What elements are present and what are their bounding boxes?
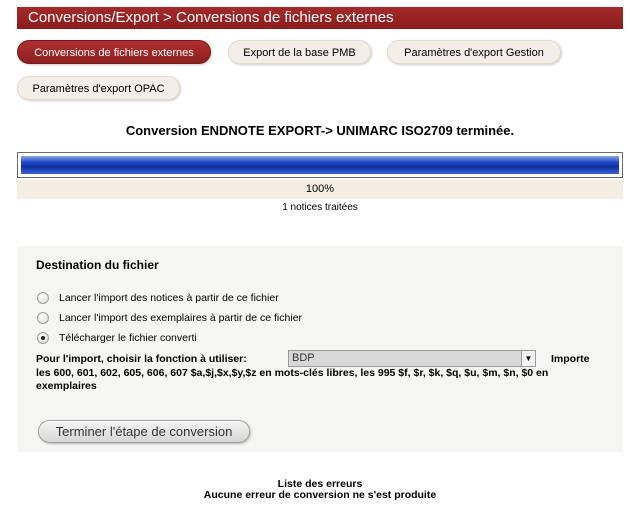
progress-fill bbox=[21, 156, 619, 174]
errors-message: Aucune erreur de conversion ne s'est pro… bbox=[203, 489, 437, 501]
page-title-bar: Conversions/Export > Conversions de fich… bbox=[17, 7, 623, 29]
progress-bar bbox=[17, 152, 623, 178]
option-import-exemplaires[interactable]: Lancer l'import des exemplaires à partir… bbox=[37, 311, 302, 325]
errors-section: Liste des erreurs Aucune erreur de conve… bbox=[17, 479, 623, 501]
radio-import-exemplaires[interactable] bbox=[37, 312, 49, 324]
notices-processed-count: 1 notices traitées bbox=[282, 202, 358, 213]
option-import-notices[interactable]: Lancer l'import des notices à partir de … bbox=[37, 291, 279, 305]
tab-conversions-fichiers-externes[interactable]: Conversions de fichiers externes bbox=[17, 40, 211, 64]
option-import-notices-label: Lancer l'import des notices à partir de … bbox=[59, 292, 279, 304]
tab-parametres-export-gestion[interactable]: Paramètres d'export Gestion bbox=[387, 40, 561, 64]
radio-download-file[interactable] bbox=[37, 332, 49, 344]
tab-parametres-export-opac[interactable]: Paramètres d'export OPAC bbox=[17, 76, 180, 100]
import-description: les 600, 601, 602, 605, 606, 607 $a,$j,$… bbox=[36, 367, 549, 392]
option-download-file[interactable]: Télécharger le fichier converti bbox=[37, 331, 197, 345]
radio-import-notices[interactable] bbox=[37, 292, 49, 304]
page-title: Conversions/Export > Conversions de fich… bbox=[28, 9, 394, 26]
import-function-value: BDP bbox=[292, 352, 315, 364]
importe-label: Importe bbox=[551, 353, 590, 365]
option-download-file-label: Télécharger le fichier converti bbox=[59, 332, 197, 344]
import-function-select[interactable]: BDP ▼ bbox=[288, 350, 536, 367]
progress-percent-label: 100% bbox=[17, 180, 623, 199]
destination-panel: Destination du fichier Lancer l'import d… bbox=[17, 246, 623, 452]
finish-conversion-button[interactable]: Terminer l'étape de conversion bbox=[38, 420, 250, 443]
dropdown-arrow-icon[interactable]: ▼ bbox=[521, 351, 535, 366]
tab-export-base-pmb[interactable]: Export de la base PMB bbox=[228, 40, 371, 64]
import-function-label: Pour l'import, choisir la fonction à uti… bbox=[36, 353, 247, 365]
destination-title: Destination du fichier bbox=[36, 258, 159, 272]
conversion-status-title: Conversion ENDNOTE EXPORT-> UNIMARC ISO2… bbox=[125, 123, 515, 138]
option-import-exemplaires-label: Lancer l'import des exemplaires à partir… bbox=[59, 312, 303, 324]
